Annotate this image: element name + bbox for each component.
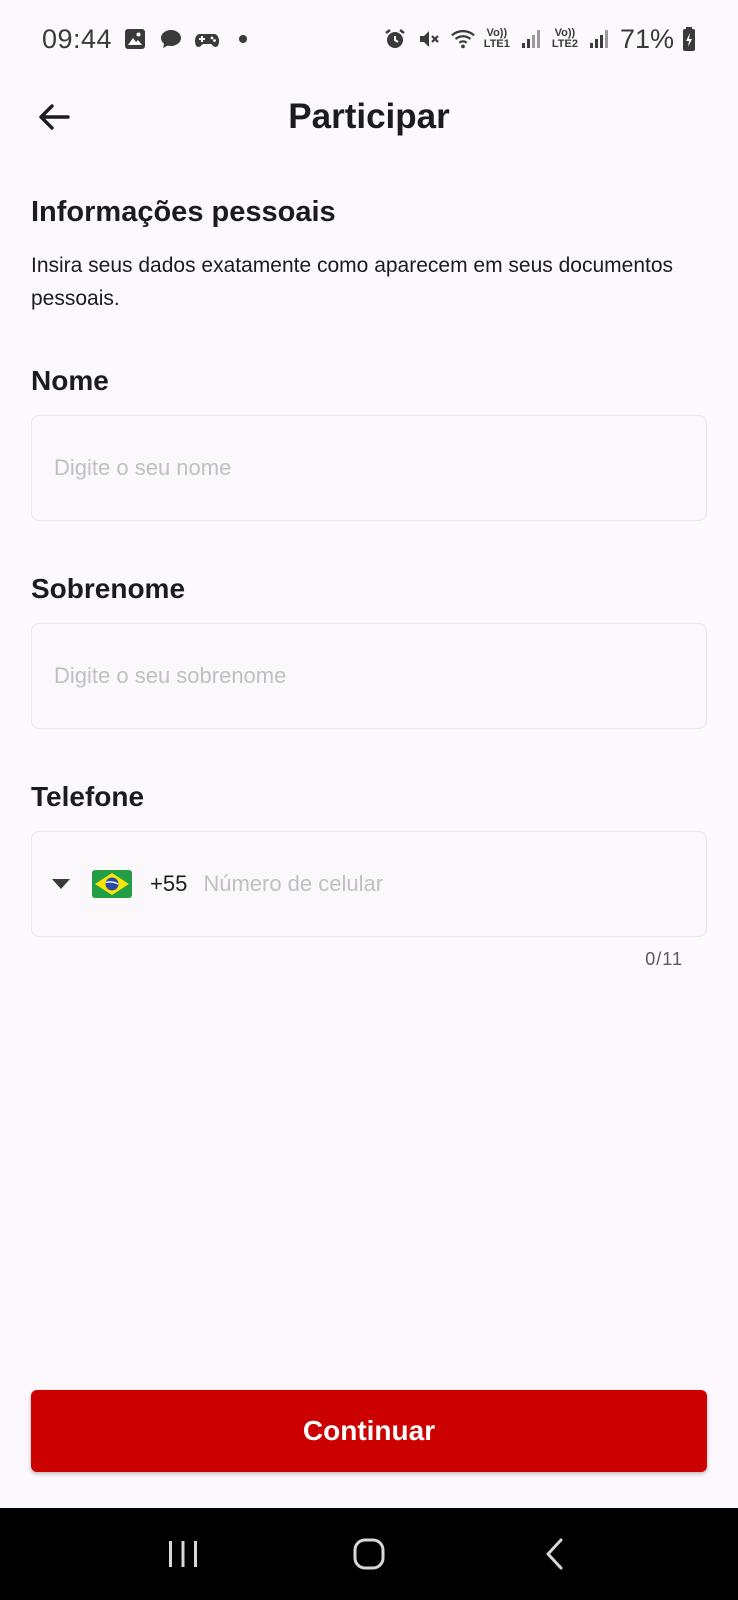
signal-icon	[518, 26, 544, 52]
screen: 09:44 Vo)) LTE1 Vo)) LTE2 71% Participar…	[0, 0, 738, 1600]
last-name-input[interactable]	[54, 663, 684, 689]
status-bar-left: 09:44	[42, 24, 256, 55]
character-counter: 0/11	[645, 949, 683, 969]
image-icon	[122, 26, 148, 52]
app-bar: Participar	[0, 78, 738, 156]
arrow-left-icon	[39, 104, 70, 130]
section-description: Insira seus dados exatamente como aparec…	[31, 254, 674, 310]
brazil-flag-icon[interactable]	[92, 870, 132, 898]
back-icon	[546, 1538, 563, 1570]
last-name-label: Sobrenome	[31, 573, 186, 604]
game-controller-icon	[194, 26, 220, 52]
phone-field-container: +55	[31, 831, 707, 937]
status-time: 09:44	[42, 23, 113, 54]
recent-apps-icon	[169, 1541, 197, 1567]
first-name-group: Nome	[31, 365, 707, 521]
page-title: Participar	[288, 97, 450, 136]
first-name-input[interactable]	[54, 455, 684, 481]
status-bar: 09:44 Vo)) LTE1 Vo)) LTE2 71%	[0, 0, 738, 78]
phone-group: Telefone +55 0/11	[31, 781, 707, 970]
status-bar-right: Vo)) LTE1 Vo)) LTE2 71%	[382, 24, 696, 55]
country-code[interactable]: +55	[150, 871, 187, 897]
wifi-icon	[450, 26, 476, 52]
country-dropdown-icon[interactable]	[52, 879, 70, 889]
dot-icon	[230, 26, 256, 52]
recent-apps-button[interactable]	[153, 1524, 213, 1584]
continue-button-label: Continuar	[302, 1415, 436, 1446]
sim2-label: Vo)) LTE2	[552, 28, 578, 50]
phone-label: Telefone	[31, 781, 145, 812]
home-button[interactable]	[339, 1524, 399, 1584]
personal-info-form: Informações pessoais Insira seus dados e…	[31, 196, 707, 970]
section-title: Informações pessoais	[31, 196, 336, 228]
first-name-field-container	[31, 415, 707, 521]
mute-icon	[416, 26, 442, 52]
sim1-network: LTE1	[483, 38, 510, 50]
alarm-icon	[382, 26, 408, 52]
last-name-group: Sobrenome	[31, 573, 707, 729]
system-nav-bar	[0, 1508, 738, 1600]
chat-bubble-icon	[158, 26, 184, 52]
battery-icon	[682, 26, 696, 52]
signal-icon	[586, 26, 612, 52]
home-icon	[353, 1538, 385, 1570]
last-name-field-container	[31, 623, 707, 729]
sim2-network: LTE2	[551, 38, 578, 50]
back-button[interactable]	[30, 93, 78, 141]
sim1-label: Vo)) LTE1	[484, 28, 510, 50]
battery-percent: 71%	[619, 23, 674, 54]
continue-button[interactable]: Continuar	[31, 1390, 707, 1472]
first-name-label: Nome	[31, 365, 109, 396]
phone-number-input[interactable]	[203, 871, 686, 897]
system-back-button[interactable]	[525, 1524, 585, 1584]
